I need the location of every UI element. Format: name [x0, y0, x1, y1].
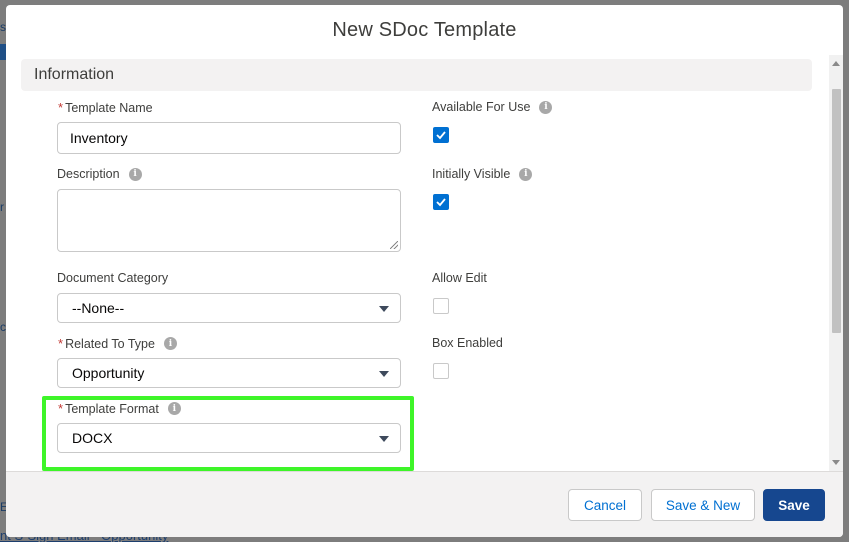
initially-visible-checkbox[interactable] [433, 194, 449, 210]
section-information[interactable]: Information [21, 59, 812, 91]
chevron-down-icon [379, 371, 389, 377]
description-label: Description i [57, 167, 142, 181]
template-name-label-text: Template Name [65, 100, 153, 115]
available-for-use-label: Available For Use i [432, 100, 553, 114]
chevron-down-icon [379, 306, 389, 312]
section-title: Information [34, 66, 115, 83]
box-enabled-label: Box Enabled [432, 336, 503, 350]
initially-visible-label-text: Initially Visible [432, 167, 511, 181]
modal-scrollbar[interactable] [829, 55, 843, 471]
available-for-use-checkbox[interactable] [433, 127, 449, 143]
template-format-label-text: Template Format [65, 401, 159, 416]
scroll-down-icon[interactable] [832, 460, 840, 465]
info-icon[interactable]: i [519, 167, 533, 181]
modal-footer: Cancel Save & New Save [6, 471, 843, 537]
new-sdoc-template-modal: New SDoc Template Information * Template… [6, 5, 843, 537]
scroll-up-icon[interactable] [832, 61, 840, 66]
allow-edit-checkbox[interactable] [433, 298, 449, 314]
available-for-use-label-text: Available For Use [432, 100, 531, 114]
check-icon [436, 198, 446, 207]
cancel-button[interactable]: Cancel [568, 489, 642, 521]
required-marker: * [58, 336, 64, 351]
template-name-label: * Template Name [58, 100, 153, 115]
chevron-down-icon [379, 436, 389, 442]
related-to-type-select[interactable]: Opportunity [57, 358, 401, 388]
box-enabled-checkbox[interactable] [433, 363, 449, 379]
info-icon[interactable]: i [167, 402, 181, 415]
related-to-type-value: Opportunity [72, 365, 145, 381]
document-category-label-text: Document Category [57, 271, 169, 285]
template-name-value: Inventory [70, 130, 128, 146]
document-category-value: --None-- [72, 300, 125, 316]
info-icon[interactable]: i [539, 100, 553, 114]
background-fragment: r [0, 200, 4, 214]
template-format-label: * Template Format i [58, 401, 181, 416]
related-to-type-label-text: Related To Type [65, 336, 155, 351]
box-enabled-label-text: Box Enabled [432, 336, 503, 350]
info-icon[interactable]: i [163, 337, 177, 350]
allow-edit-label: Allow Edit [432, 271, 487, 285]
document-category-select[interactable]: --None-- [57, 293, 401, 323]
document-category-label: Document Category [57, 271, 168, 285]
modal-title: New SDoc Template [332, 18, 517, 41]
scroll-thumb[interactable] [832, 89, 841, 333]
resize-grip-icon[interactable] [390, 241, 398, 249]
info-icon[interactable]: i [128, 167, 142, 181]
save-button[interactable]: Save [763, 489, 825, 521]
template-format-select[interactable]: DOCX [57, 423, 401, 453]
related-to-type-label: * Related To Type i [58, 336, 177, 351]
template-format-value: DOCX [72, 430, 113, 446]
modal-header: New SDoc Template [6, 5, 843, 55]
required-marker: * [58, 100, 64, 115]
required-marker: * [58, 401, 64, 416]
description-textarea[interactable] [57, 189, 401, 252]
description-label-text: Description [57, 167, 120, 181]
modal-body[interactable]: Information * Template Name Inventory De… [6, 55, 843, 471]
initially-visible-label: Initially Visible i [432, 167, 533, 181]
template-name-input[interactable]: Inventory [57, 122, 401, 154]
allow-edit-label-text: Allow Edit [432, 271, 487, 285]
save-new-button[interactable]: Save & New [651, 489, 755, 521]
check-icon [436, 131, 446, 140]
